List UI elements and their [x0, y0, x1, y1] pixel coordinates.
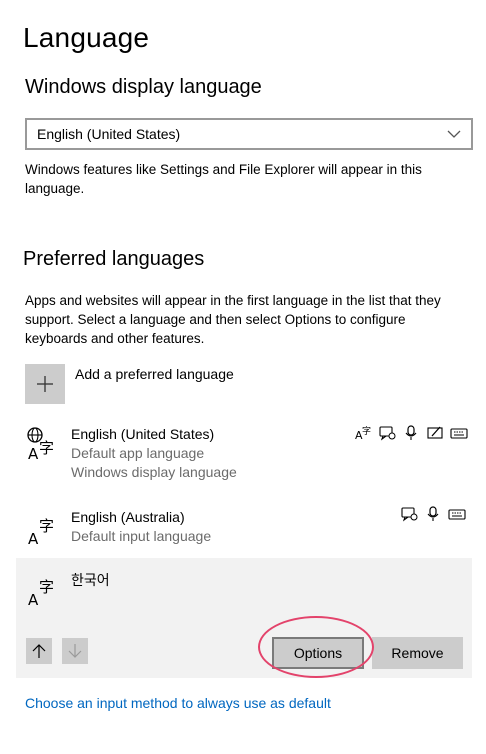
input-method-link[interactable]: Choose an input method to always use as … [25, 695, 331, 711]
description-line: language. [25, 181, 85, 196]
plus-icon [37, 376, 53, 392]
display-language-selected: English (United States) [37, 126, 181, 142]
display-language-heading: Windows display language [25, 76, 262, 98]
add-language-button[interactable] [25, 364, 65, 404]
options-button[interactable]: Options [272, 637, 364, 669]
arrow-up-icon [32, 644, 46, 658]
remove-button[interactable]: Remove [372, 637, 463, 669]
speech-recognition-icon [427, 506, 439, 521]
svg-text:A: A [28, 591, 39, 608]
description-line: keyboards and other features. [25, 331, 205, 346]
feature-icons [400, 505, 466, 523]
handwriting-icon [427, 426, 443, 439]
arrow-down-icon [68, 644, 82, 658]
language-item-en-us[interactable]: A 字 English (United States) Default app … [16, 420, 472, 490]
text-to-speech-icon [401, 507, 418, 522]
speech-recognition-icon [405, 425, 417, 440]
language-name: English (United States) [71, 426, 215, 442]
keyboard-icon [448, 509, 466, 520]
description-line: support. Select a language and then sele… [25, 312, 406, 327]
svg-text:字: 字 [39, 517, 54, 535]
text-to-speech-icon [379, 426, 396, 441]
chevron-down-icon [447, 130, 461, 138]
display-language-icon: A 字 [355, 425, 371, 442]
description-line: Windows features like Settings and File … [25, 162, 422, 177]
move-down-button[interactable] [62, 638, 88, 664]
svg-text:字: 字 [39, 578, 54, 596]
svg-text:字: 字 [39, 439, 54, 457]
preferred-languages-description: Apps and websites will appear in the fir… [25, 291, 441, 348]
language-icon: A 字 [28, 578, 54, 608]
language-sub: Windows display language [71, 464, 237, 480]
preferred-languages-heading: Preferred languages [23, 248, 205, 270]
svg-text:字: 字 [362, 425, 371, 437]
svg-text:A: A [28, 530, 39, 547]
language-icon: A 字 [28, 517, 54, 547]
language-item-en-au[interactable]: A 字 English (Australia) Default input la… [16, 503, 472, 555]
keyboard-icon [450, 428, 468, 439]
language-name: 한국어 [71, 572, 110, 588]
language-name: English (Australia) [71, 509, 185, 525]
display-language-dropdown[interactable]: English (United States) [25, 118, 473, 150]
language-sub: Default app language [71, 445, 205, 461]
description-line: Apps and websites will appear in the fir… [25, 293, 441, 308]
svg-text:A: A [28, 445, 39, 462]
language-display-icon: A 字 [27, 427, 54, 462]
language-item-ko-selected[interactable]: A 字 한국어 Options Remove [16, 558, 472, 678]
language-sub: Default input language [71, 528, 212, 544]
feature-icons: A 字 [354, 424, 468, 442]
page-title: Language [23, 22, 150, 53]
display-language-description: Windows features like Settings and File … [25, 160, 422, 198]
add-language-label[interactable]: Add a preferred language [75, 366, 234, 382]
move-up-button[interactable] [26, 638, 52, 664]
